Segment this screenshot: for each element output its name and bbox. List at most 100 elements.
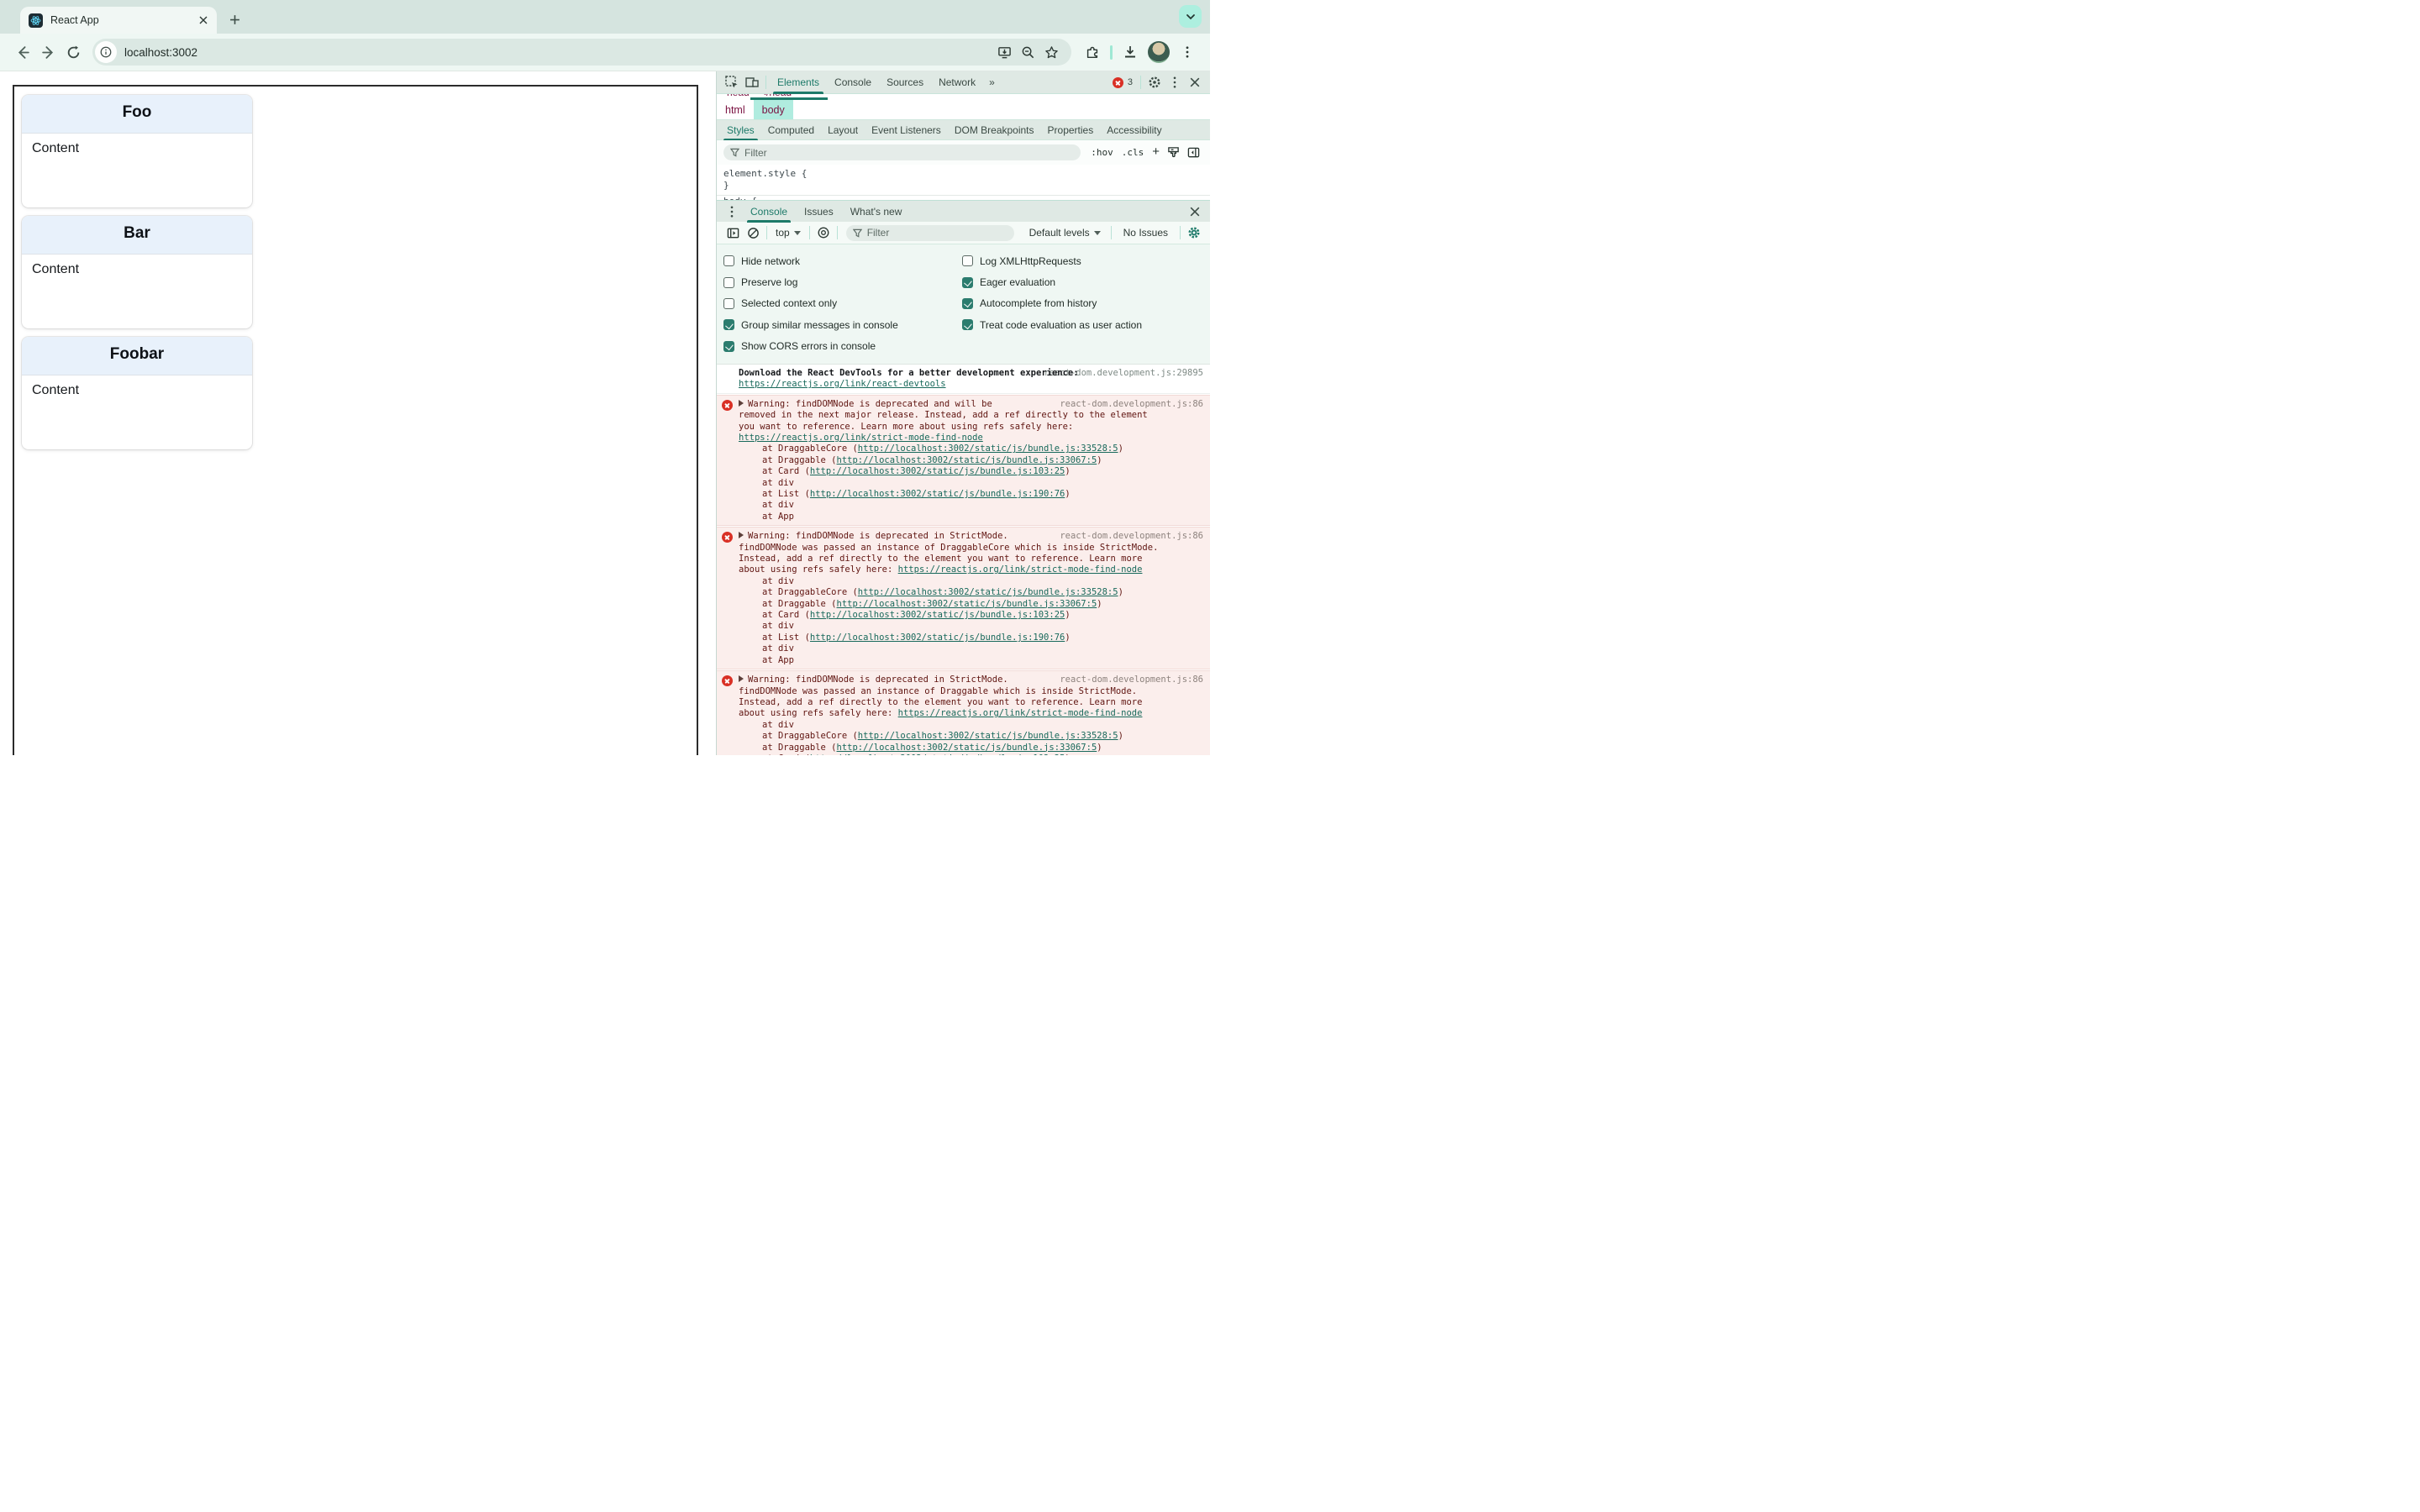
drawer-tab-what-s-new[interactable]: What's new — [842, 201, 911, 223]
console-filter-input[interactable]: Filter — [845, 224, 1014, 241]
devtools-tab-console[interactable]: Console — [827, 71, 879, 94]
card-header-drag-handle[interactable]: Foobar — [22, 337, 252, 375]
expand-caret-icon[interactable] — [739, 532, 744, 539]
devtools-tab-network[interactable]: Network — [931, 71, 983, 94]
message-text: ) — [1097, 742, 1102, 753]
issues-counter[interactable]: No Issues — [1115, 227, 1176, 239]
card-header-drag-handle[interactable]: Foo — [22, 95, 252, 134]
devtools-close-icon[interactable] — [1185, 73, 1205, 92]
breadcrumb-html[interactable]: html — [717, 100, 754, 119]
checkbox-unchecked[interactable] — [723, 255, 734, 267]
element-style-rule[interactable]: element.style { } — [717, 165, 1210, 195]
console-link[interactable]: http://localhost:3002/static/js/bundle.j… — [810, 466, 1065, 476]
checkbox-checked[interactable] — [723, 319, 734, 331]
extensions-puzzle-icon[interactable] — [1080, 39, 1105, 65]
tab-close-icon[interactable] — [197, 13, 210, 27]
install-app-icon[interactable] — [992, 40, 1016, 64]
expand-caret-icon[interactable] — [739, 675, 744, 683]
downloads-icon[interactable] — [1118, 39, 1143, 65]
devtools-menu-kebab-icon[interactable] — [1165, 73, 1185, 92]
console-line: Warning: findDOMNode is deprecated in St… — [739, 675, 1205, 685]
console-link[interactable]: http://localhost:3002/static/js/bundle.j… — [810, 489, 1065, 499]
message-text: Instead, add a ref directly to the eleme… — [739, 696, 1143, 707]
console-link[interactable]: https://reactjs.org/link/strict-mode-fin… — [898, 564, 1143, 575]
console-context-selector[interactable]: top — [771, 227, 806, 239]
pseudo-button-2[interactable]: + — [1152, 144, 1160, 159]
forward-button[interactable] — [35, 39, 60, 65]
zoom-out-icon[interactable] — [1016, 40, 1039, 64]
message-source-link[interactable]: react-dom.development.js:86 — [1060, 399, 1203, 410]
console-toolbar: top Filter Default levels No Issues — [717, 222, 1210, 244]
console-link[interactable]: http://localhost:3002/static/js/bundle.j… — [837, 455, 1097, 465]
device-toolbar-icon[interactable] — [742, 73, 762, 92]
toggle-sidebar-panel-icon[interactable] — [1183, 144, 1203, 162]
log-levels-dropdown[interactable]: Default levels — [1023, 227, 1107, 239]
styles-tab-computed[interactable]: Computed — [761, 119, 821, 140]
console-link[interactable]: http://localhost:3002/static/js/bundle.j… — [837, 743, 1097, 753]
reload-button[interactable] — [60, 39, 86, 65]
drawer-tab-console[interactable]: Console — [742, 201, 796, 223]
console-link[interactable]: http://localhost:3002/static/js/bundle.j… — [810, 753, 1065, 755]
console-link[interactable]: http://localhost:3002/static/js/bundle.j… — [858, 587, 1118, 597]
error-count-badge[interactable]: 3 — [1108, 76, 1137, 88]
clear-console-icon[interactable] — [743, 223, 763, 242]
card-header-drag-handle[interactable]: Bar — [22, 216, 252, 255]
console-settings-gear-icon[interactable] — [1184, 223, 1204, 242]
checkbox-checked[interactable] — [962, 297, 973, 309]
message-source-link[interactable]: react-dom.development.js:86 — [1060, 531, 1203, 542]
draggable-card[interactable]: Foo Content — [22, 95, 252, 207]
console-link[interactable]: http://localhost:3002/static/js/bundle.j… — [858, 444, 1118, 454]
browser-menu-kebab-icon[interactable] — [1175, 39, 1200, 65]
devtools-settings-gear-icon[interactable] — [1144, 73, 1165, 92]
checkbox-checked[interactable] — [723, 340, 734, 352]
devtools-toolbar: Elements Console Sources Network » 3 — [717, 71, 1210, 94]
styles-filter-input[interactable]: Filter — [723, 144, 1081, 160]
styles-tab-styles[interactable]: Styles — [720, 119, 761, 140]
console-link[interactable]: https://reactjs.org/link/react-devtools — [739, 379, 946, 389]
devtools-tab-sources[interactable]: Sources — [879, 71, 931, 94]
styles-tab-layout[interactable]: Layout — [821, 119, 865, 140]
breadcrumb-body[interactable]: body — [753, 100, 793, 119]
console-sidebar-toggle-icon[interactable] — [723, 223, 743, 242]
drawer-menu-kebab-icon[interactable] — [722, 202, 742, 221]
pinned-extension-indicator — [1110, 45, 1113, 60]
checkbox-unchecked[interactable] — [962, 255, 973, 267]
drawer-tab-issues[interactable]: Issues — [796, 201, 842, 223]
console-link[interactable]: http://localhost:3002/static/js/bundle.j… — [810, 633, 1065, 643]
pseudo-button-1[interactable]: .cls — [1122, 147, 1144, 158]
draggable-card[interactable]: Foobar Content — [22, 337, 252, 449]
checkbox-checked[interactable] — [962, 276, 973, 288]
styles-tab-properties[interactable]: Properties — [1041, 119, 1101, 140]
console-link[interactable]: http://localhost:3002/static/js/bundle.j… — [837, 599, 1097, 609]
drawer-close-icon[interactable] — [1185, 202, 1205, 221]
checkbox-checked[interactable] — [962, 319, 973, 331]
console-link[interactable]: http://localhost:3002/static/js/bundle.j… — [810, 610, 1065, 620]
new-tab-button[interactable] — [224, 8, 245, 30]
expand-caret-icon[interactable] — [739, 399, 744, 407]
back-button[interactable] — [10, 39, 35, 65]
url-text[interactable]: localhost:3002 — [124, 46, 992, 59]
styles-tab-accessibility[interactable]: Accessibility — [1100, 119, 1168, 140]
rendering-brush-icon[interactable] — [1163, 144, 1183, 162]
styles-tab-dom-breakpoints[interactable]: DOM Breakpoints — [948, 119, 1041, 140]
profile-avatar[interactable] — [1148, 41, 1170, 63]
live-expression-eye-icon[interactable] — [813, 223, 834, 242]
more-tabs-button[interactable]: » — [983, 76, 1002, 88]
console-link[interactable]: https://reactjs.org/link/strict-mode-fin… — [739, 433, 983, 443]
devtools-tab-elements[interactable]: Elements — [770, 71, 827, 94]
console-link[interactable]: https://reactjs.org/link/strict-mode-fin… — [898, 708, 1143, 718]
pseudo-button-0[interactable]: :hov — [1091, 147, 1113, 158]
site-info-icon[interactable] — [95, 41, 117, 63]
styles-tab-event-listeners[interactable]: Event Listeners — [865, 119, 948, 140]
console-line: at Draggable (http://localhost:3002/stat… — [739, 599, 1205, 610]
draggable-card[interactable]: Bar Content — [22, 216, 252, 328]
bookmark-star-icon[interactable] — [1039, 40, 1063, 64]
inspect-element-icon[interactable] — [722, 73, 742, 92]
checkbox-unchecked[interactable] — [723, 297, 734, 309]
console-link[interactable]: http://localhost:3002/static/js/bundle.j… — [858, 731, 1118, 741]
tab-search-button[interactable] — [1179, 5, 1202, 28]
browser-tab[interactable]: React App — [20, 7, 217, 34]
url-bar[interactable]: localhost:3002 — [92, 39, 1071, 66]
message-source-link[interactable]: react-dom.development.js:86 — [1060, 675, 1203, 685]
checkbox-unchecked[interactable] — [723, 276, 734, 288]
